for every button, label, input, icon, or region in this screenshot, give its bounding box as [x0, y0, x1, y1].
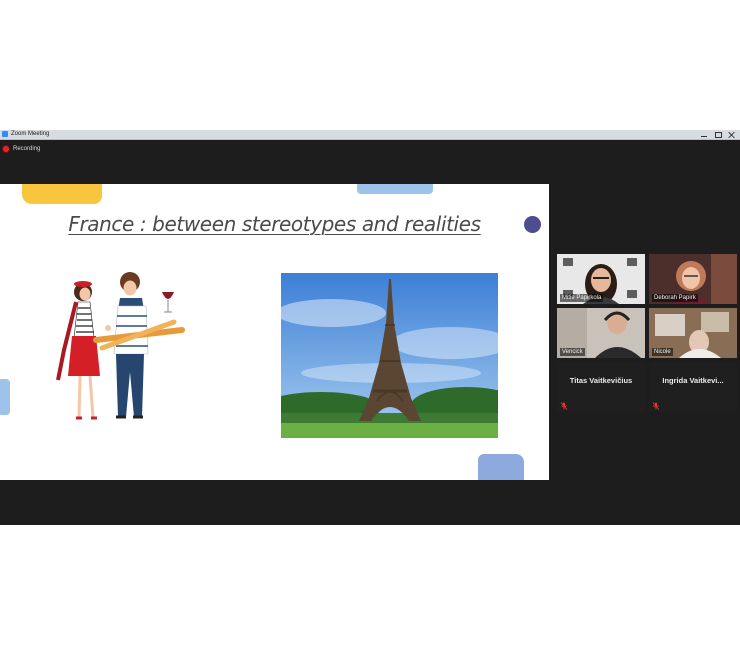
- muted-microphone-icon: [560, 402, 568, 410]
- participant-name: Titas Vaitkevičius: [569, 376, 633, 385]
- title-bar: Zoom Meeting: [0, 130, 740, 140]
- french-couple-illustration: [56, 272, 185, 420]
- participant-name: Ingrida Vaitkevi...: [662, 376, 724, 385]
- slide-decoration-blue-left: [0, 379, 10, 415]
- maximize-button[interactable]: [714, 131, 722, 138]
- zoom-window: Zoom Meeting Recording France : between …: [0, 130, 740, 525]
- slide-title: France : between stereotypes and realiti…: [0, 212, 549, 236]
- participant-tile[interactable]: Nicole: [649, 308, 737, 358]
- participant-gallery: Mitie Papirkola Deborah Papirk Vencick N…: [557, 254, 738, 412]
- slide-decoration-yellow: [22, 184, 102, 204]
- recording-indicator[interactable]: Recording: [3, 146, 40, 152]
- participant-name: Nicole: [652, 348, 673, 356]
- participant-tile[interactable]: Ingrida Vaitkevi...: [649, 362, 737, 412]
- window-controls: [700, 130, 736, 139]
- eiffel-tower-photo: [281, 273, 498, 438]
- shared-screen-slide: France : between stereotypes and realiti…: [0, 184, 549, 480]
- muted-microphone-icon: [652, 402, 660, 410]
- participant-tile[interactable]: Vencick: [557, 308, 645, 358]
- slide-decoration-blue-top: [357, 184, 433, 194]
- record-icon: [3, 146, 9, 152]
- participant-name: Vencick: [560, 348, 585, 356]
- slide-title-text: France : between stereotypes and realiti…: [68, 212, 481, 236]
- participant-name: Deborah Papirk: [652, 294, 698, 302]
- participant-tile[interactable]: Deborah Papirk: [649, 254, 737, 304]
- participant-tile[interactable]: Mitie Papirkola: [557, 254, 645, 304]
- participant-name: Mitie Papirkola: [560, 294, 604, 302]
- eiffel-tower-image: [281, 273, 498, 438]
- close-button[interactable]: [728, 132, 736, 138]
- slide-decoration-blue-bottom: [478, 454, 524, 480]
- window-title: Zoom Meeting: [11, 131, 50, 137]
- minimize-button[interactable]: [700, 132, 708, 138]
- zoom-app-icon: [2, 131, 8, 137]
- participant-tile[interactable]: Titas Vaitkevičius: [557, 362, 645, 412]
- recording-label: Recording: [13, 146, 41, 152]
